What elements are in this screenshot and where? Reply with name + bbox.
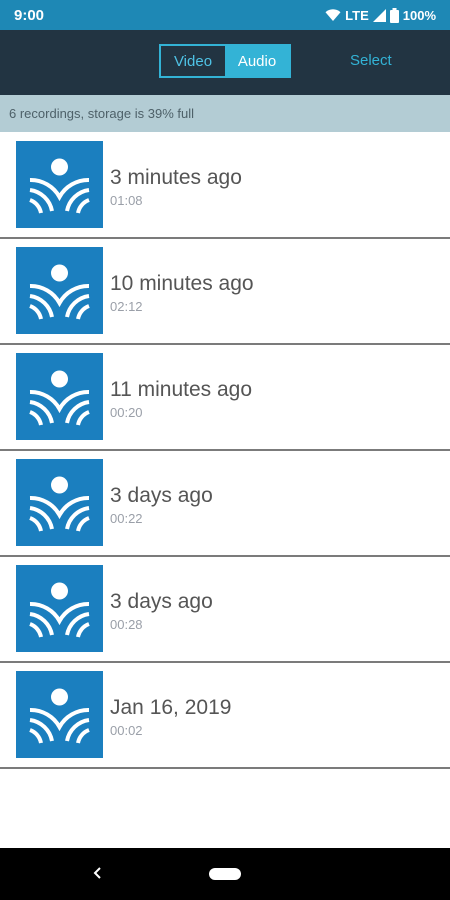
app-bar: Video Audio Select [0, 30, 450, 95]
recording-thumbnail [16, 247, 103, 334]
recording-title: 11 minutes ago [110, 378, 253, 401]
recordings-list: 3 minutes ago 01:08 10 minutes ago 02:12 [0, 133, 450, 769]
status-icons: LTE 100% [325, 7, 436, 23]
network-label: LTE [345, 7, 369, 23]
recording-item[interactable]: 3 days ago 00:28 [0, 557, 450, 663]
media-type-toggle: Video Audio [159, 44, 291, 78]
recording-title: 10 minutes ago [110, 272, 254, 295]
recording-duration: 00:22 [110, 511, 143, 526]
recording-thumbnail [16, 671, 103, 758]
recording-title: 3 days ago [110, 590, 213, 613]
recording-duration: 00:28 [110, 617, 143, 632]
recording-thumbnail [16, 141, 103, 228]
recording-item[interactable]: 10 minutes ago 02:12 [0, 239, 450, 345]
recording-thumbnail [16, 565, 103, 652]
recording-duration: 02:12 [110, 299, 143, 314]
recording-duration: 00:02 [110, 723, 143, 738]
recording-logo-icon [29, 582, 90, 638]
video-tab[interactable]: Video [161, 46, 225, 76]
recording-title: 3 days ago [110, 484, 213, 507]
recording-logo-icon [29, 476, 90, 532]
signal-icon [372, 8, 386, 22]
recording-title: 3 minutes ago [110, 166, 242, 189]
recording-item[interactable]: Jan 16, 2019 00:02 [0, 663, 450, 769]
recording-logo-icon [29, 158, 90, 214]
recording-logo-icon [29, 688, 90, 744]
audio-tab[interactable]: Audio [225, 46, 289, 76]
recording-item[interactable]: 3 days ago 00:22 [0, 451, 450, 557]
recording-thumbnail [16, 459, 103, 546]
recording-duration: 01:08 [110, 193, 143, 208]
recording-logo-icon [29, 370, 90, 426]
recording-logo-icon [29, 264, 90, 320]
back-icon[interactable] [88, 862, 108, 884]
select-button[interactable]: Select [350, 52, 392, 69]
recording-item[interactable]: 3 minutes ago 01:08 [0, 133, 450, 239]
recording-duration: 00:20 [110, 405, 143, 420]
status-time: 9:00 [14, 6, 45, 24]
storage-info: 6 recordings, storage is 39% full [0, 95, 450, 132]
status-bar: 9:00 LTE 100% [0, 0, 450, 30]
battery-icon [389, 7, 399, 23]
navigation-bar [0, 848, 450, 900]
home-button[interactable] [209, 868, 241, 880]
battery-label: 100% [402, 7, 436, 23]
recording-title: Jan 16, 2019 [110, 696, 232, 719]
wifi-icon [325, 8, 341, 21]
recording-item[interactable]: 11 minutes ago 00:20 [0, 345, 450, 451]
recording-thumbnail [16, 353, 103, 440]
